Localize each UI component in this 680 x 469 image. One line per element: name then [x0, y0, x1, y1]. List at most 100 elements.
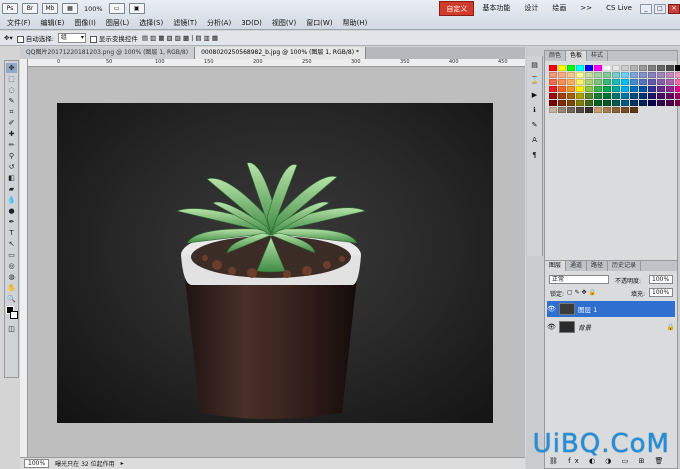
- swatch[interactable]: [657, 72, 665, 78]
- hand-tool-icon[interactable]: ✋: [6, 283, 17, 293]
- menu-view[interactable]: 视图(V): [267, 17, 301, 29]
- swatch[interactable]: [648, 79, 656, 85]
- swatch[interactable]: [675, 100, 680, 106]
- color-swatches-icon[interactable]: [6, 305, 18, 323]
- swatch[interactable]: [567, 86, 575, 92]
- swatch[interactable]: [603, 93, 611, 99]
- mini-bridge-panel-icon[interactable]: ▤: [529, 60, 540, 70]
- layer-name[interactable]: 背景: [578, 322, 591, 332]
- shape-tool-icon[interactable]: ▭: [6, 250, 17, 260]
- marquee-tool-icon[interactable]: ⬚: [6, 74, 17, 84]
- swatch[interactable]: [621, 86, 629, 92]
- status-info[interactable]: 曝光只在 32 位起作用: [55, 459, 114, 468]
- workspace-custom[interactable]: 自定义: [439, 1, 475, 16]
- swatch[interactable]: [657, 93, 665, 99]
- swatch[interactable]: [603, 86, 611, 92]
- swatch[interactable]: [612, 100, 620, 106]
- quick-select-tool-icon[interactable]: ✎: [6, 96, 17, 106]
- swatch[interactable]: [657, 65, 665, 71]
- swatch[interactable]: [567, 79, 575, 85]
- path-selection-tool-icon[interactable]: ↖: [6, 239, 17, 249]
- menu-filter[interactable]: 滤镜(T): [168, 17, 202, 29]
- swatch[interactable]: [648, 72, 656, 78]
- character-panel-icon[interactable]: A: [529, 135, 540, 145]
- swatch[interactable]: [549, 86, 557, 92]
- auto-select-checkbox[interactable]: 自动选择:: [16, 33, 54, 43]
- auto-select-dropdown[interactable]: 组: [57, 33, 86, 43]
- history-panel-icon[interactable]: ⌛: [529, 75, 540, 85]
- swatch[interactable]: [549, 65, 557, 71]
- menu-window[interactable]: 窗口(W): [301, 17, 337, 29]
- eye-icon[interactable]: 👁: [547, 305, 556, 314]
- tab-document-1[interactable]: QQ图片20171220181203.png @ 100% (图层 1, RGB…: [20, 47, 196, 59]
- swatch[interactable]: [585, 100, 593, 106]
- menu-edit[interactable]: 编辑(E): [36, 17, 70, 29]
- dodge-tool-icon[interactable]: ●: [6, 206, 17, 216]
- swatch[interactable]: [612, 86, 620, 92]
- swatch[interactable]: [558, 86, 566, 92]
- swatch[interactable]: [639, 79, 647, 85]
- swatch[interactable]: [567, 72, 575, 78]
- swatch[interactable]: [576, 72, 584, 78]
- swatch[interactable]: [639, 100, 647, 106]
- swatch[interactable]: [630, 93, 638, 99]
- swatch[interactable]: [558, 107, 566, 113]
- swatch[interactable]: [630, 86, 638, 92]
- eyedropper-tool-icon[interactable]: ✐: [6, 118, 17, 128]
- brush-panel-icon[interactable]: ✎: [529, 120, 540, 130]
- swatch[interactable]: [648, 93, 656, 99]
- clone-stamp-tool-icon[interactable]: ⚲: [6, 151, 17, 161]
- swatch[interactable]: [585, 65, 593, 71]
- layer-row-background[interactable]: 👁 背景 🔒: [547, 319, 675, 335]
- swatch[interactable]: [639, 72, 647, 78]
- swatch[interactable]: [585, 86, 593, 92]
- swatch[interactable]: [675, 65, 680, 71]
- swatch[interactable]: [603, 79, 611, 85]
- swatch[interactable]: [648, 65, 656, 71]
- pen-tool-icon[interactable]: ✒: [6, 217, 17, 227]
- mini-bridge-icon[interactable]: Mb: [42, 3, 58, 14]
- swatch[interactable]: [675, 86, 680, 92]
- menu-layer[interactable]: 图层(L): [101, 17, 134, 29]
- swatch[interactable]: [567, 93, 575, 99]
- swatch[interactable]: [675, 72, 680, 78]
- tab-swatches[interactable]: 色板: [566, 51, 588, 61]
- photoshop-logo-icon[interactable]: Ps: [2, 3, 18, 14]
- swatch[interactable]: [594, 93, 602, 99]
- swatch[interactable]: [549, 79, 557, 85]
- brush-tool-icon[interactable]: ✏: [6, 140, 17, 150]
- swatch[interactable]: [666, 79, 674, 85]
- swatch[interactable]: [675, 79, 680, 85]
- menu-file[interactable]: 文件(F): [2, 17, 36, 29]
- swatch[interactable]: [639, 65, 647, 71]
- swatch[interactable]: [621, 65, 629, 71]
- lock-icons[interactable]: ▢ ✎ ✥ 🔒: [567, 289, 596, 296]
- swatch[interactable]: [594, 72, 602, 78]
- swatch[interactable]: [630, 65, 638, 71]
- minimize-icon[interactable]: _: [640, 3, 652, 14]
- swatch[interactable]: [594, 107, 602, 113]
- blur-tool-icon[interactable]: 💧: [6, 195, 17, 205]
- swatch[interactable]: [666, 86, 674, 92]
- swatch[interactable]: [657, 86, 665, 92]
- eraser-tool-icon[interactable]: ◧: [6, 173, 17, 183]
- swatch[interactable]: [639, 86, 647, 92]
- swatch[interactable]: [603, 107, 611, 113]
- swatch[interactable]: [558, 65, 566, 71]
- menu-help[interactable]: 帮助(H): [338, 17, 373, 29]
- opacity-input[interactable]: 100%: [649, 275, 673, 284]
- swatch[interactable]: [639, 93, 647, 99]
- swatch[interactable]: [594, 79, 602, 85]
- swatch[interactable]: [594, 86, 602, 92]
- workspace-design[interactable]: 设计: [518, 1, 544, 16]
- swatch[interactable]: [630, 79, 638, 85]
- swatch[interactable]: [549, 72, 557, 78]
- swatch[interactable]: [612, 79, 620, 85]
- bridge-icon[interactable]: Br: [22, 3, 38, 14]
- swatch[interactable]: [576, 93, 584, 99]
- layer-row-1[interactable]: 👁 图层 1: [547, 301, 675, 317]
- history-brush-tool-icon[interactable]: ↺: [6, 162, 17, 172]
- swatch[interactable]: [594, 100, 602, 106]
- swatch[interactable]: [549, 100, 557, 106]
- swatch[interactable]: [549, 93, 557, 99]
